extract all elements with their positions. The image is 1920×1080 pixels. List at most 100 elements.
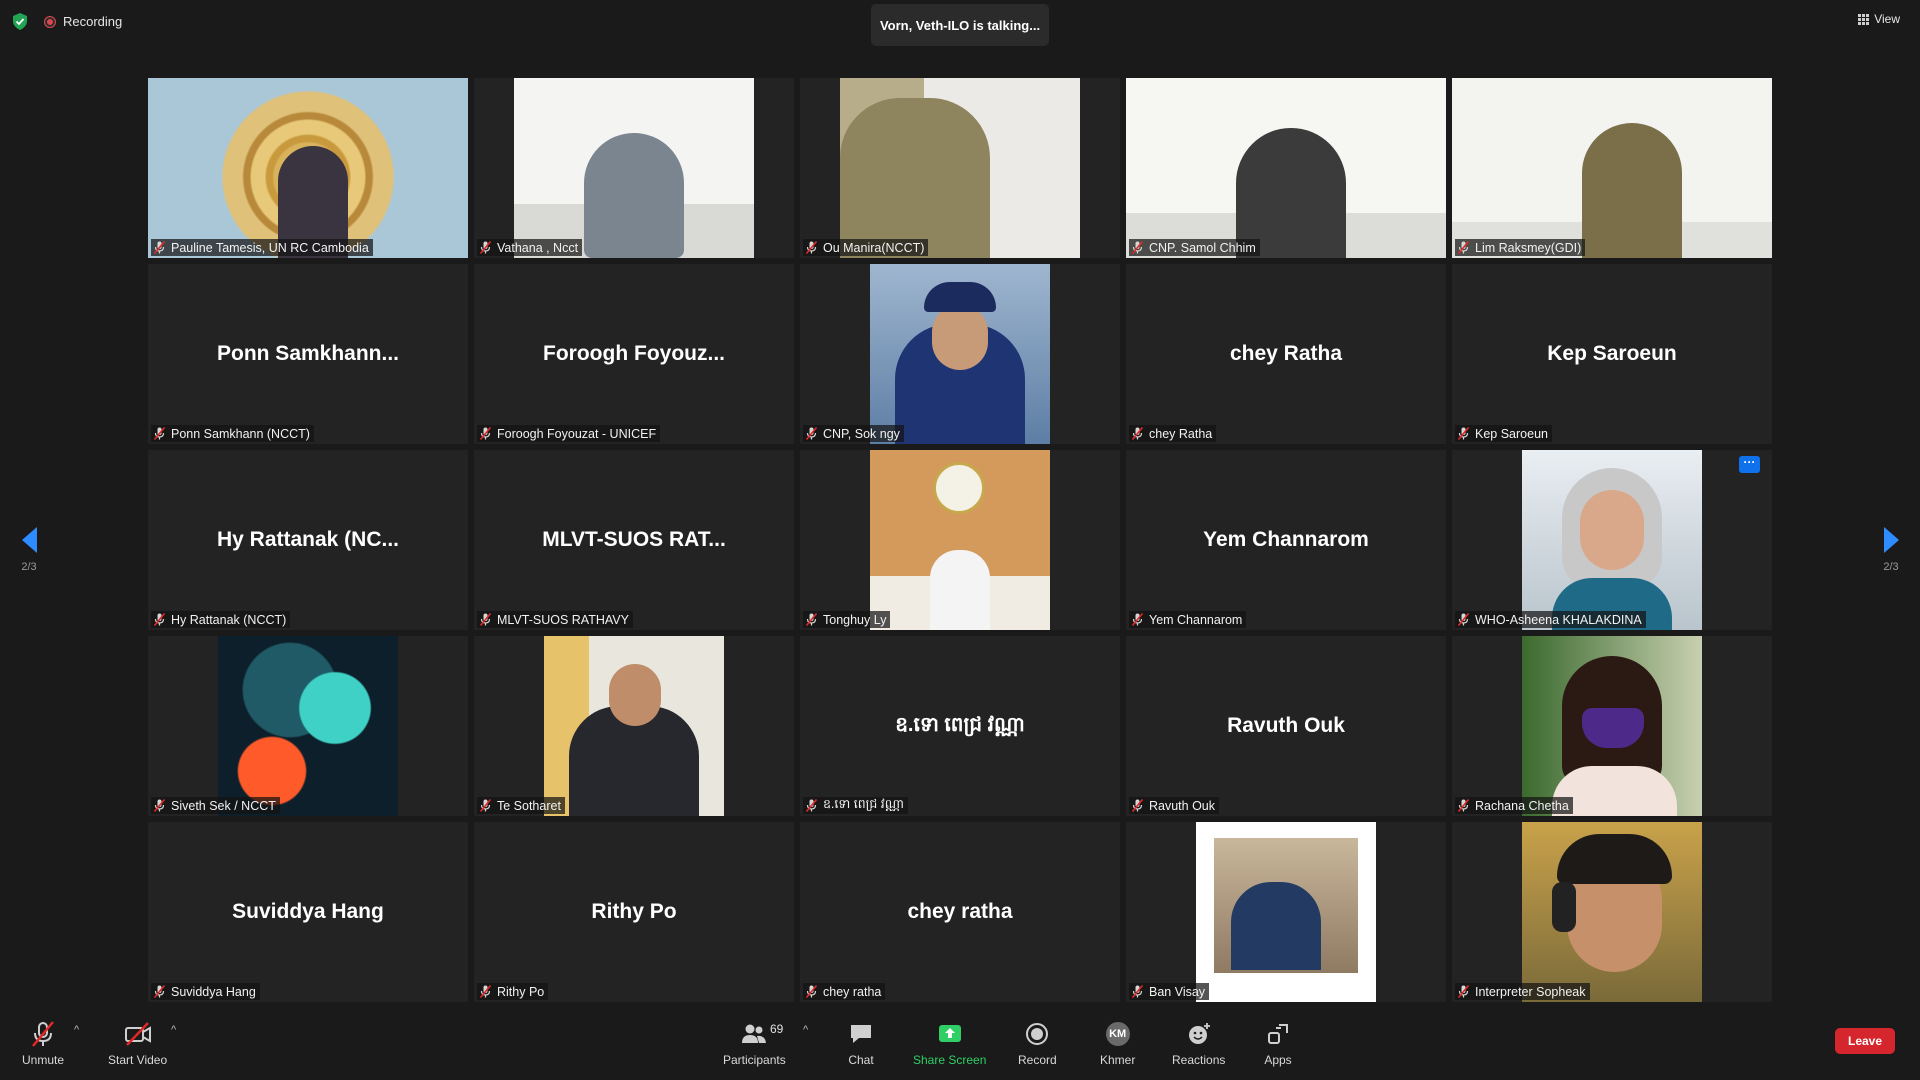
- participant-name-label: Lim Raksmey(GDI): [1455, 239, 1586, 256]
- speaker-figure: [1582, 123, 1682, 258]
- video-tile-ban-visay[interactable]: Ban Visay: [1126, 822, 1446, 1002]
- view-label: View: [1874, 12, 1900, 26]
- video-options-chevron-icon[interactable]: ^: [171, 1024, 176, 1036]
- participant-display-name: ឧ.ទោ ពេជ្រ វណ្ណា: [895, 714, 1025, 736]
- participants-icon: [742, 1024, 767, 1043]
- video-tile-chey-ratha[interactable]: chey Ratha chey Ratha: [1126, 264, 1446, 444]
- mic-muted-icon: [1458, 985, 1469, 998]
- mic-muted-icon: [1458, 613, 1469, 626]
- participant-display-name: Kep Saroeun: [1547, 342, 1677, 365]
- apps-icon: [1268, 1024, 1288, 1044]
- view-button[interactable]: View: [1858, 12, 1900, 26]
- video-tile-rithy-po[interactable]: Rithy Po Rithy Po: [474, 822, 794, 1002]
- participant-display-name: Rithy Po: [591, 900, 677, 923]
- video-tile-sok-ngy[interactable]: CNP, Sok ngy: [800, 264, 1120, 444]
- video-tile-asheena[interactable]: ··· WHO-Asheena KHALAKDINA: [1452, 450, 1772, 630]
- arrow-right-icon: [1883, 527, 1899, 553]
- face: [932, 304, 988, 370]
- participant-display-name: Ponn Samkhann...: [216, 342, 400, 365]
- participant-display-name: Hy Rattanak (NC...: [216, 528, 400, 551]
- video-off-icon: [124, 1022, 151, 1046]
- video-tile-interpreter-sopheak[interactable]: Interpreter Sopheak: [1452, 822, 1772, 1002]
- more-options-button[interactable]: ···: [1739, 456, 1760, 473]
- participant-name-label: Vathana , Ncct: [477, 239, 583, 256]
- speaker-figure: [584, 133, 684, 258]
- participant-display-name: chey ratha: [907, 900, 1013, 923]
- language-interpretation-button[interactable]: KM Khmer: [1100, 1020, 1135, 1067]
- video-tile-tonghuy-ly[interactable]: Tonghuy Ly: [800, 450, 1120, 630]
- leave-button[interactable]: Leave: [1835, 1028, 1895, 1054]
- start-video-button[interactable]: Start Video: [108, 1020, 167, 1067]
- previous-page-button[interactable]: 2/3: [14, 527, 44, 573]
- video-tile-samol-chhim[interactable]: CNP. Samol Chhim: [1126, 78, 1446, 258]
- video-tile-kep-saroeun[interactable]: Kep Saroeun Kep Saroeun: [1452, 264, 1772, 444]
- headphones-icon: [1552, 882, 1576, 932]
- participant-display-name: chey Ratha: [1229, 342, 1343, 365]
- video-tile-yem-channarom[interactable]: Yem Channarom Yem Channarom: [1126, 450, 1446, 630]
- video-tile-chey-ratha-2[interactable]: chey ratha chey ratha: [800, 822, 1120, 1002]
- record-button[interactable]: Record: [1018, 1020, 1057, 1067]
- mic-muted-icon: [480, 427, 491, 440]
- mic-muted-icon: [806, 985, 817, 998]
- recording-dot-icon: [44, 15, 56, 28]
- recording-label: Recording: [63, 14, 123, 29]
- video-tile-mlvt-suos[interactable]: MLVT-SUOS RAT... MLVT-SUOS RATHAVY: [474, 450, 794, 630]
- hair: [1557, 834, 1672, 884]
- participant-name-label: MLVT-SUOS RATHAVY: [477, 611, 633, 628]
- video-tile-khmer-name[interactable]: ឧ.ទោ ពេជ្រ វណ្ណា ឧ.ទោ ពេជ្រ វណ្ណា: [800, 636, 1120, 816]
- mic-muted-icon: [154, 985, 165, 998]
- mic-muted-icon: [806, 799, 817, 812]
- reactions-button[interactable]: Reactions: [1172, 1020, 1225, 1067]
- participants-options-chevron-icon[interactable]: ^: [803, 1024, 808, 1036]
- audio-options-chevron-icon[interactable]: ^: [74, 1024, 79, 1036]
- participant-name-label: Interpreter Sopheak: [1455, 983, 1590, 1000]
- shield-icon[interactable]: [12, 13, 28, 30]
- mic-muted-icon: [32, 1021, 54, 1047]
- video-tile-foroogh[interactable]: Foroogh Foyouz... Foroogh Foyouzat - UNI…: [474, 264, 794, 444]
- seated-figure: [930, 550, 990, 630]
- video-tile-suviddya-hang[interactable]: Suviddya Hang Suviddya Hang: [148, 822, 468, 1002]
- share-screen-button[interactable]: Share Screen: [913, 1020, 986, 1067]
- mic-muted-icon: [1132, 613, 1143, 626]
- language-globe-icon: KM: [1105, 1022, 1130, 1046]
- cap: [924, 282, 996, 312]
- video-tile-rachana-chetha[interactable]: Rachana Chetha: [1452, 636, 1772, 816]
- video-tile-siveth-sek[interactable]: Siveth Sek / NCCT: [148, 636, 468, 816]
- next-page-button[interactable]: 2/3: [1876, 527, 1906, 573]
- active-speaker-banner: Vorn, Veth-ILO is talking...: [871, 4, 1049, 46]
- participant-name-label: Ravuth Ouk: [1129, 797, 1220, 814]
- mic-muted-icon: [154, 427, 165, 440]
- speaker-figure: [840, 98, 990, 258]
- apps-button[interactable]: Apps: [1264, 1020, 1292, 1067]
- video-tile-hy-rattanak[interactable]: Hy Rattanak (NC... Hy Rattanak (NCCT): [148, 450, 468, 630]
- participant-name-label: CNP, Sok ngy: [803, 425, 904, 442]
- recording-indicator[interactable]: Recording: [44, 14, 122, 29]
- video-tile-ponn-samkhann[interactable]: Ponn Samkhann... Ponn Samkhann (NCCT): [148, 264, 468, 444]
- face: [1580, 490, 1644, 570]
- mic-muted-icon: [1132, 241, 1143, 254]
- participant-display-name: Yem Channarom: [1203, 528, 1369, 551]
- participant-name-label: chey Ratha: [1129, 425, 1217, 442]
- video-tile-ravuth-ouk[interactable]: Ravuth Ouk Ravuth Ouk: [1126, 636, 1446, 816]
- video-tile-te-sotharet[interactable]: Te Sotharet: [474, 636, 794, 816]
- chat-icon: [851, 1025, 871, 1043]
- participant-name-label: Ou Manira(NCCT): [803, 239, 929, 256]
- participant-display-name: Suviddya Hang: [232, 900, 384, 923]
- emblem: [933, 462, 985, 514]
- participant-name-label: Foroogh Foyouzat - UNICEF: [477, 425, 661, 442]
- video-tile-pauline[interactable]: Pauline Tamesis, UN RC Cambodia: [148, 78, 468, 258]
- participant-name-label: Ponn Samkhann (NCCT): [151, 425, 314, 442]
- video-tile-lim-raksmey[interactable]: Lim Raksmey(GDI): [1452, 78, 1772, 258]
- mic-muted-icon: [480, 985, 491, 998]
- participant-count: 69: [770, 1022, 784, 1036]
- unmute-button[interactable]: Unmute: [22, 1020, 64, 1067]
- video-tile-vathana[interactable]: Vathana , Ncct: [474, 78, 794, 258]
- participant-name-label: chey ratha: [803, 983, 886, 1000]
- chat-button[interactable]: Chat: [847, 1020, 875, 1067]
- mic-muted-icon: [480, 799, 491, 812]
- participant-photo: [218, 636, 398, 816]
- participant-display-name: MLVT-SUOS RAT...: [542, 528, 726, 551]
- video-tile-ou-manira[interactable]: Ou Manira(NCCT): [800, 78, 1120, 258]
- participant-name-label: WHO-Asheena KHALAKDINA: [1455, 611, 1646, 628]
- mic-muted-icon: [154, 241, 165, 254]
